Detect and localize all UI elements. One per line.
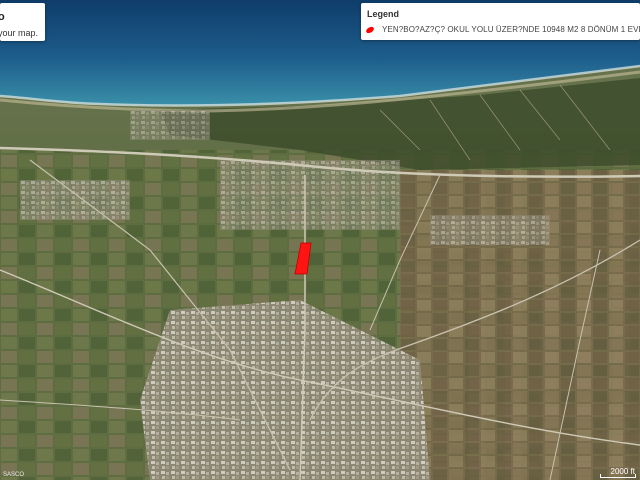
settlement-west bbox=[20, 180, 130, 220]
parcel-swatch-icon bbox=[366, 26, 374, 34]
map-title: o bbox=[0, 11, 5, 23]
satellite-map[interactable] bbox=[0, 0, 640, 480]
map-info-panel: o your map. bbox=[0, 3, 45, 41]
legend-entry[interactable]: YEN?BO?AZ?Ç? OKUL YOLU ÜZER?NDE 10948 M2… bbox=[365, 24, 640, 36]
legend-title: Legend bbox=[367, 9, 400, 19]
legend-panel: Legend YEN?BO?AZ?Ç? OKUL YOLU ÜZER?NDE 1… bbox=[361, 3, 640, 40]
settlement-coast bbox=[130, 110, 210, 140]
settlement-east bbox=[430, 215, 550, 245]
scale-bar bbox=[600, 474, 636, 478]
map-subtitle: your map. bbox=[0, 28, 39, 38]
legend-entry-label: YEN?BO?AZ?Ç? OKUL YOLU ÜZER?NDE 10948 M2… bbox=[382, 25, 640, 34]
imagery-attribution: SASCO bbox=[3, 472, 25, 478]
